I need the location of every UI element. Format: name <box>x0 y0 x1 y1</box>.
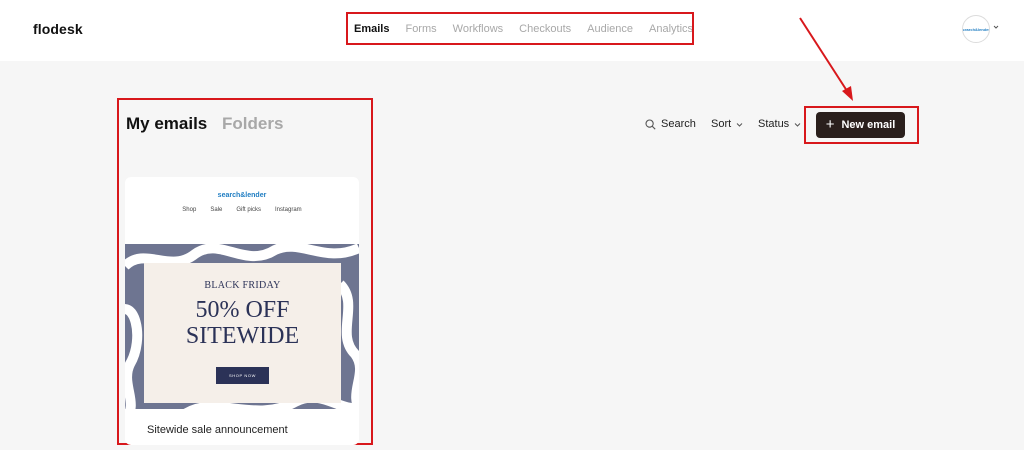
avatar-logo-text: search&lender <box>962 26 990 32</box>
promo-kicker: BLACK FRIDAY <box>204 280 281 291</box>
logo[interactable]: flodesk <box>33 21 83 37</box>
shop-now-button: SHOP NOW <box>216 367 269 384</box>
account-avatar[interactable]: search&lender <box>962 15 990 43</box>
card-brand-logo: search&lender <box>217 192 267 199</box>
status-dropdown[interactable]: Status <box>758 116 801 132</box>
sort-label: Sort <box>711 118 732 130</box>
chevron-down-icon <box>736 122 743 127</box>
search-icon <box>645 118 656 130</box>
promo-headline: 50% OFF SITEWIDE <box>144 297 341 349</box>
email-card-title[interactable]: Sitewide sale announcement <box>147 424 288 436</box>
chevron-down-icon <box>794 122 801 127</box>
card-link: Sale <box>210 207 223 213</box>
nav-highlight-box <box>346 12 694 45</box>
sort-dropdown[interactable]: Sort <box>711 116 743 132</box>
new-email-highlight-box <box>804 106 919 144</box>
search-button[interactable]: Search <box>645 116 696 132</box>
chevron-down-icon[interactable] <box>993 24 999 30</box>
card-link: Instagram <box>275 207 302 213</box>
card-link: Gift picks <box>236 207 261 213</box>
card-links: Shop Sale Gift picks Instagram <box>125 207 359 213</box>
card-link: Shop <box>182 207 197 213</box>
promo-line-2: SITEWIDE <box>185 323 300 349</box>
email-card[interactable]: search&lender Shop Sale Gift picks Insta… <box>125 177 359 445</box>
status-label: Status <box>758 118 790 130</box>
promo-panel: BLACK FRIDAY 50% OFF SITEWIDE SHOP NOW <box>144 263 341 403</box>
promo-line-1: 50% OFF <box>195 297 290 323</box>
search-label: Search <box>661 118 696 130</box>
email-hero-image: BLACK FRIDAY 50% OFF SITEWIDE SHOP NOW <box>125 244 359 409</box>
